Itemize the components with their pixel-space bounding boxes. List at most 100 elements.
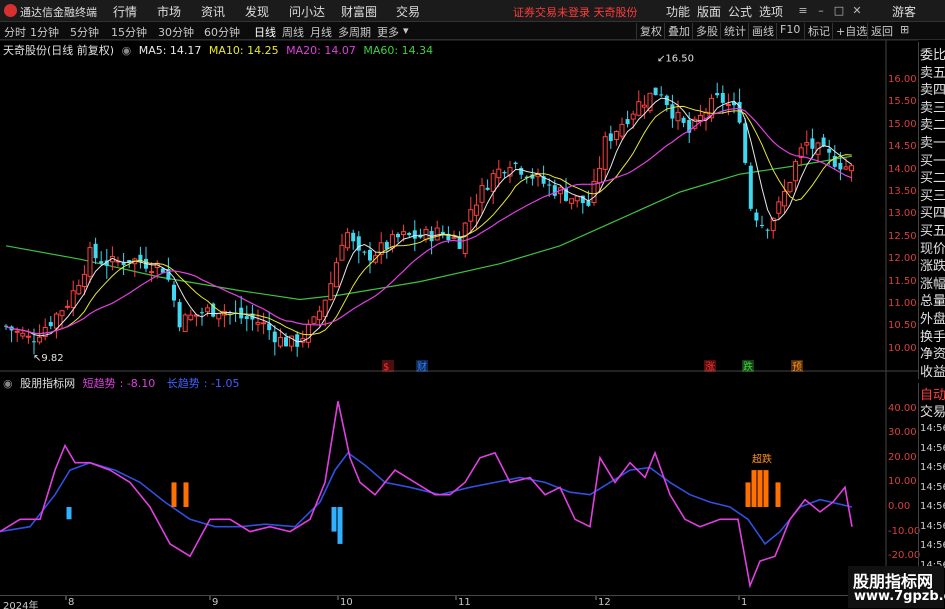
candle-body-up bbox=[597, 167, 603, 184]
candle-body-up bbox=[328, 283, 334, 301]
candle-body-up bbox=[261, 322, 267, 325]
date-axis-label: 9 bbox=[212, 597, 219, 608]
side-panel-item[interactable]: 买二 bbox=[920, 167, 945, 186]
trade-side-item[interactable]: 交易 bbox=[920, 401, 945, 420]
candle-body-up bbox=[434, 227, 440, 241]
indicator-bar-down bbox=[66, 507, 72, 520]
trade-time: 14:56 bbox=[920, 501, 945, 512]
candle-body-down bbox=[552, 185, 557, 196]
indicator-bar-up bbox=[775, 482, 781, 507]
long-trend-line bbox=[0, 451, 853, 546]
side-panel-item[interactable]: 买一 bbox=[920, 150, 945, 169]
candle-body-down bbox=[547, 184, 552, 186]
indicator-bar-down bbox=[331, 507, 337, 532]
indicator-axis-tick: 0.00 bbox=[888, 501, 911, 512]
indicator-bar-up bbox=[757, 470, 763, 507]
candle-body-up bbox=[849, 165, 855, 172]
price-axis-tick: 11.50 bbox=[888, 275, 917, 287]
event-mark: 跌 bbox=[743, 360, 753, 373]
indicator-toggle-icon[interactable]: ◉ bbox=[3, 377, 13, 390]
side-panel-item[interactable]: 换手 bbox=[920, 326, 945, 345]
candle-body-down bbox=[625, 119, 630, 125]
candle-body-up bbox=[255, 321, 261, 325]
candle-body-up bbox=[574, 195, 580, 202]
side-panel-item[interactable]: 净资 bbox=[920, 343, 945, 362]
candle-body-down bbox=[457, 237, 462, 249]
candle-body-down bbox=[760, 224, 764, 226]
candle-body-up bbox=[641, 104, 647, 108]
indicator-bar-up bbox=[763, 470, 769, 507]
side-panel-item[interactable]: 委比 bbox=[920, 44, 945, 63]
kline-chart[interactable]: ↙16.50↖9.82$ 财涨跌预 超跌 bbox=[0, 0, 945, 609]
long-trend-name: 长趋势 bbox=[166, 377, 200, 390]
candle-body-up bbox=[496, 168, 502, 179]
candle-body-down bbox=[239, 307, 244, 319]
price-axis-tick: 10.50 bbox=[888, 320, 917, 332]
candle-body-down bbox=[670, 104, 675, 119]
candle-body-down bbox=[172, 284, 176, 301]
side-panel-item[interactable]: 卖一 bbox=[920, 132, 945, 151]
candle-body-down bbox=[396, 233, 400, 238]
side-panel-item[interactable]: 卖二 bbox=[920, 114, 945, 133]
candle-body-up bbox=[793, 161, 799, 182]
side-panel-item[interactable]: 卖五 bbox=[920, 62, 945, 81]
candle-body-down bbox=[653, 87, 658, 96]
candle-body-down bbox=[838, 162, 843, 170]
candle-body-up bbox=[277, 336, 283, 347]
short-trend-name: 短趋势 bbox=[82, 377, 116, 390]
candle-body-down bbox=[765, 229, 770, 231]
candle-body-up bbox=[182, 314, 188, 332]
candle-body-up bbox=[630, 113, 636, 120]
indicator-bar-down bbox=[337, 507, 343, 544]
candle-body-up bbox=[468, 209, 474, 222]
candle-body-up bbox=[804, 142, 810, 146]
trade-time: 14:56 bbox=[920, 540, 945, 551]
side-panel-item[interactable]: 总量 bbox=[920, 290, 945, 309]
date-axis-label: 11 bbox=[458, 597, 471, 608]
candle-body-up bbox=[619, 123, 625, 137]
side-panel-item[interactable]: 收益 bbox=[920, 361, 945, 380]
candle-body-up bbox=[675, 111, 681, 122]
short-trend-line bbox=[0, 401, 853, 589]
watermark: 股朋指标网 www.7gpzb.com bbox=[848, 566, 945, 608]
candle-body-up bbox=[59, 310, 65, 317]
side-panel-item[interactable]: 卖四 bbox=[920, 79, 945, 98]
long-trend-label: 长趋势: -1.05 bbox=[166, 377, 240, 390]
trade-time: 14:56 bbox=[920, 442, 945, 454]
candle-body-up bbox=[317, 310, 323, 321]
candle-body-up bbox=[613, 131, 619, 141]
indicator-axis-tick: 10.00 bbox=[888, 476, 917, 488]
short-trend-value: -8.10 bbox=[126, 377, 156, 390]
side-panel-item[interactable]: 买五 bbox=[920, 220, 945, 239]
candle-body-down bbox=[485, 187, 490, 190]
event-mark: 预 bbox=[792, 361, 802, 373]
watermark-url: www.7gpzb.com bbox=[854, 589, 945, 604]
side-panel-item[interactable]: 涨幅 bbox=[920, 273, 945, 292]
side-panel-item[interactable]: 现价 bbox=[920, 238, 945, 257]
candle-body-down bbox=[200, 312, 204, 314]
price-axis-tick: 14.00 bbox=[888, 163, 917, 175]
candle-body-down bbox=[272, 331, 277, 343]
side-panel-item[interactable]: 外盘 bbox=[920, 308, 945, 327]
candle-body-down bbox=[412, 230, 417, 239]
candle-body-down bbox=[368, 249, 372, 261]
candle-body-down bbox=[407, 232, 412, 236]
candle-body-up bbox=[451, 236, 457, 239]
event-mark: 财 bbox=[417, 360, 427, 373]
candle-body-down bbox=[608, 133, 613, 141]
side-panel-item[interactable]: 买三 bbox=[920, 185, 945, 204]
trade-time: 14:56 bbox=[920, 520, 945, 532]
indicator-bar-up bbox=[751, 470, 757, 507]
candle-body-down bbox=[48, 322, 53, 327]
side-panel-item[interactable]: 买四 bbox=[920, 202, 945, 221]
price-axis-tick: 15.00 bbox=[888, 118, 917, 130]
indicator-name[interactable]: 股朋指标网 bbox=[20, 377, 75, 390]
side-panel-item[interactable]: 卖三 bbox=[920, 97, 945, 116]
price-axis-tick: 12.50 bbox=[888, 230, 917, 242]
candle-body-down bbox=[284, 337, 288, 347]
candle-body-up bbox=[53, 313, 59, 329]
oversold-annotation: 超跌 bbox=[752, 453, 772, 466]
quote-side-panel: 委比 卖五 卖四 卖三 卖二 卖一 买一 买二 买三 买四 买五 现价 涨跌 涨幅 总量 外盘 换手 净资 收益 bbox=[918, 42, 945, 380]
side-panel-item[interactable]: 涨跌 bbox=[920, 255, 945, 274]
low-price-label: ↖9.82 bbox=[33, 353, 64, 364]
